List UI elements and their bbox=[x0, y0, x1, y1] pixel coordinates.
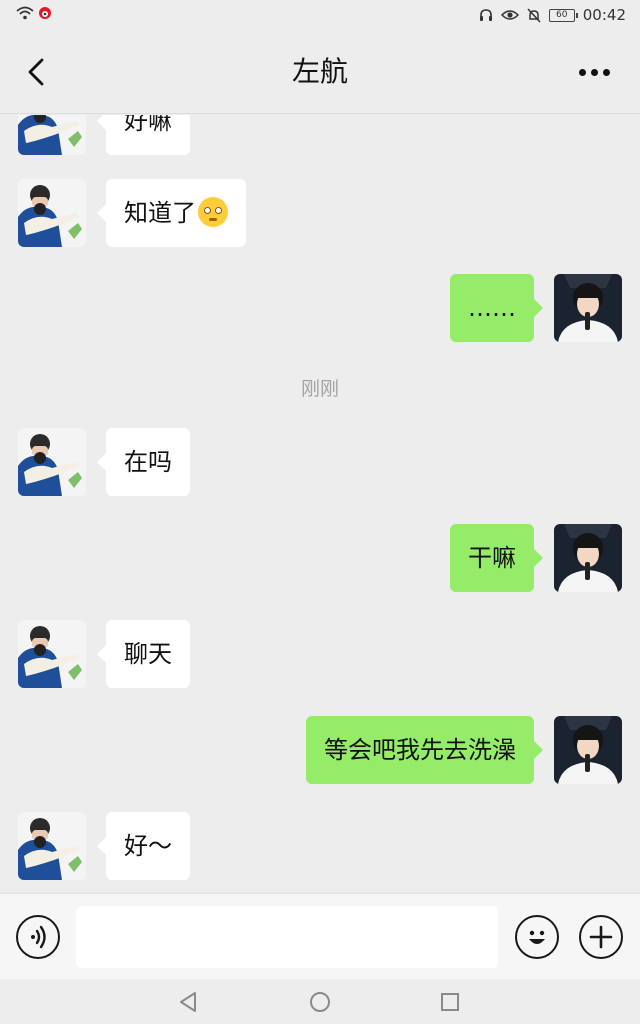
more-icon-dot bbox=[590, 68, 598, 76]
status-right: 60 00:42 bbox=[479, 6, 626, 24]
contact-avatar[interactable] bbox=[18, 179, 86, 247]
message-bubble[interactable]: 知道了 bbox=[97, 179, 246, 247]
headphones-icon bbox=[479, 9, 492, 21]
status-time: 00:42 bbox=[582, 6, 626, 24]
plus-button[interactable] bbox=[579, 915, 623, 959]
self-avatar[interactable] bbox=[554, 274, 622, 342]
nav-recents-button[interactable] bbox=[438, 990, 462, 1014]
mute-icon bbox=[527, 7, 541, 23]
message-bubble[interactable]: 干嘛 bbox=[450, 524, 543, 592]
weibo-icon bbox=[39, 7, 51, 19]
message-bubble[interactable]: 好～ bbox=[97, 812, 190, 880]
nav-home-button[interactable] bbox=[308, 990, 332, 1014]
system-nav-bar bbox=[0, 979, 640, 1024]
nav-recents-icon bbox=[441, 993, 459, 1011]
pleading-face-emoji bbox=[198, 197, 228, 227]
self-avatar[interactable] bbox=[554, 524, 622, 592]
voice-button[interactable] bbox=[16, 915, 60, 959]
more-icon-dot bbox=[578, 68, 586, 76]
more-icon-dot bbox=[602, 68, 610, 76]
wifi-icon bbox=[16, 6, 34, 20]
emoji-button[interactable] bbox=[515, 915, 559, 959]
nav-back-button[interactable] bbox=[176, 990, 200, 1014]
message-bubble[interactable]: 好嘛 bbox=[97, 115, 190, 155]
contact-avatar[interactable] bbox=[18, 620, 86, 688]
nav-home-icon bbox=[310, 992, 330, 1012]
message-bubble[interactable]: 在吗 bbox=[97, 428, 190, 496]
contact-avatar[interactable] bbox=[18, 812, 86, 880]
message-bubble[interactable]: 等会吧我先去洗澡 bbox=[306, 716, 543, 784]
more-button[interactable] bbox=[574, 56, 614, 88]
contact-avatar[interactable] bbox=[18, 115, 86, 155]
nav-back-icon bbox=[180, 992, 196, 1012]
message-list[interactable]: 好嘛 知道了 …… 刚刚 在吗 干嘛 聊天 等会吧我先去洗澡 好～ bbox=[0, 115, 640, 893]
message-input[interactable] bbox=[76, 906, 498, 968]
chat-header: 左航 bbox=[0, 32, 640, 114]
emoji-icon bbox=[529, 930, 545, 944]
plus-icon bbox=[589, 925, 613, 949]
input-bar bbox=[0, 893, 640, 979]
timestamp: 刚刚 bbox=[300, 378, 339, 400]
self-avatar[interactable] bbox=[554, 716, 622, 784]
message-text: 知道了 bbox=[124, 199, 196, 227]
status-left bbox=[16, 6, 52, 20]
eye-icon bbox=[500, 10, 519, 20]
message-bubble[interactable]: …… bbox=[450, 274, 543, 342]
chat-title: 左航 bbox=[291, 55, 348, 88]
status-bar: 60 00:42 bbox=[0, 0, 640, 32]
contact-avatar[interactable] bbox=[18, 428, 86, 496]
battery-icon: 60 bbox=[548, 8, 578, 22]
voice-icon bbox=[31, 925, 46, 949]
message-bubble[interactable]: 聊天 bbox=[97, 620, 190, 688]
